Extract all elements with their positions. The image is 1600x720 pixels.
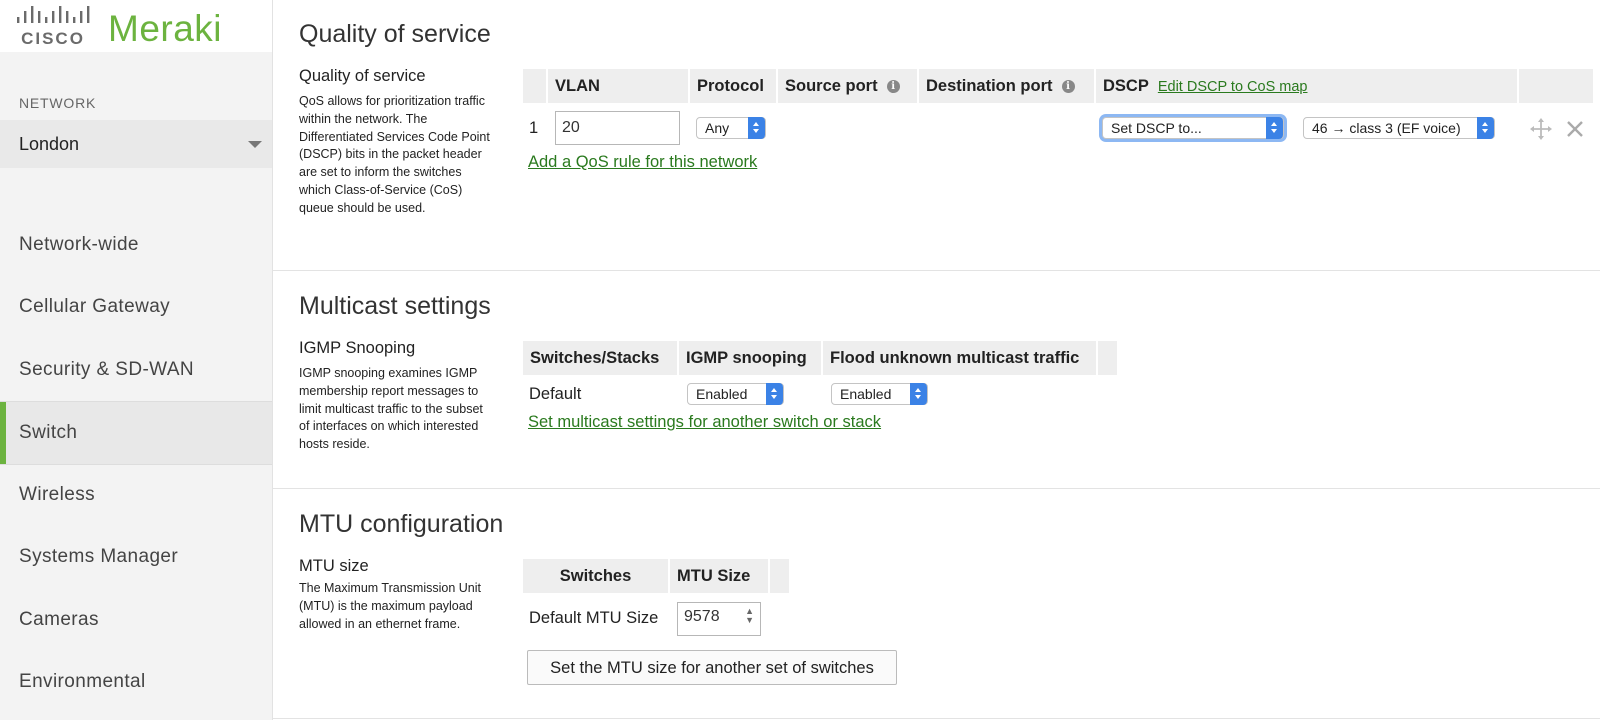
section-divider <box>273 488 1600 489</box>
sidebar-item-systems-manager[interactable]: Systems Manager <box>0 526 272 588</box>
stepper-arrows-icon[interactable]: ▲ ▼ <box>745 607 754 625</box>
select-arrows-icon <box>910 383 927 405</box>
network-selector[interactable]: London <box>0 120 272 168</box>
meraki-wordmark[interactable]: Meraki <box>108 8 222 50</box>
sidebar-item-label: Security & SD-WAN <box>19 359 195 380</box>
qos-destination-port-header-label: Destination port <box>926 77 1053 95</box>
mtu-description: The Maximum Transmission Unit (MTU) is t… <box>299 581 481 631</box>
sidebar-item-label: Cellular Gateway <box>19 296 171 317</box>
multicast-row-name: Default <box>529 385 582 403</box>
sidebar-item-wireless[interactable]: Wireless <box>0 464 272 526</box>
select-arrows-icon <box>1477 117 1494 139</box>
logo-bar: CISCO Meraki <box>0 0 272 52</box>
qos-section-title: Quality of service <box>299 20 491 48</box>
dscp-action-select[interactable]: Set DSCP to... <box>1102 117 1284 139</box>
multicast-flood-header-label: Flood unknown multicast traffic <box>830 349 1080 367</box>
qos-vlan-header-label: VLAN <box>555 77 600 95</box>
dscp-value-select-value: 46 → class 3 (EF voice) <box>1312 120 1461 136</box>
qos-source-port-header: Source port i <box>778 69 917 103</box>
igmp-snooping-select-value: Enabled <box>696 386 748 402</box>
qos-vlan-header: VLAN <box>548 69 688 103</box>
vlan-input[interactable] <box>555 111 680 145</box>
close-icon[interactable] <box>1565 119 1585 139</box>
igmp-description: IGMP snooping examines IGMP membership r… <box>299 366 483 452</box>
multicast-switches-header: Switches/Stacks <box>523 341 677 375</box>
multicast-igmp-header-label: IGMP snooping <box>686 349 807 367</box>
multicast-igmp-header: IGMP snooping <box>679 341 821 375</box>
qos-dscp-header-label: DSCP <box>1103 77 1149 95</box>
sidebar-item-label: Wireless <box>19 484 96 505</box>
edit-dscp-cos-map-link[interactable]: Edit DSCP to CoS map <box>1158 79 1308 95</box>
info-icon[interactable]: i <box>1061 80 1075 94</box>
mtu-subtitle: MTU size <box>299 557 369 575</box>
sidebar-item-label: Environmental <box>19 671 146 692</box>
active-indicator <box>0 402 6 464</box>
flood-unknown-select-value: Enabled <box>840 386 892 402</box>
sidebar: CISCO Meraki NETWORK London Network-wide… <box>0 0 273 720</box>
add-qos-rule-link[interactable]: Add a QoS rule for this network <box>528 153 757 172</box>
sidebar-item-cellular-gateway[interactable]: Cellular Gateway <box>0 276 272 338</box>
move-handle-icon[interactable] <box>1530 118 1552 140</box>
mtu-size-header: MTU Size <box>670 559 768 593</box>
select-arrows-icon <box>766 383 783 405</box>
qos-subtitle: Quality of service <box>299 67 426 85</box>
qos-row-index: 1 <box>529 119 539 137</box>
qos-destination-port-header: Destination port i <box>919 69 1094 103</box>
network-name: London <box>19 134 80 154</box>
cisco-logo[interactable]: CISCO <box>16 6 90 46</box>
multicast-section-title: Multicast settings <box>299 292 491 320</box>
dscp-action-select-value: Set DSCP to... <box>1111 120 1202 136</box>
mtu-switches-header-label: Switches <box>559 567 632 585</box>
qos-dscp-header: DSCP Edit DSCP to CoS map <box>1096 69 1517 103</box>
mtu-section-title: MTU configuration <box>299 510 504 538</box>
sidebar-item-environmental[interactable]: Environmental <box>0 651 272 713</box>
select-arrows-icon <box>1266 117 1283 139</box>
qos-protocol-header-label: Protocol <box>697 77 764 95</box>
section-divider <box>273 718 1600 719</box>
sidebar-item-security-sd-wan[interactable]: Security & SD-WAN <box>0 339 272 401</box>
network-label: NETWORK <box>19 95 97 111</box>
flood-unknown-select[interactable]: Enabled <box>831 383 928 405</box>
sidebar-item-label: Cameras <box>19 609 99 630</box>
qos-source-port-header-label: Source port <box>785 77 878 95</box>
qos-description: QoS allows for prioritization traffic wi… <box>299 94 490 215</box>
protocol-select[interactable]: Any <box>696 117 766 139</box>
sidebar-item-switch[interactable]: Switch <box>0 401 272 465</box>
dscp-value-select[interactable]: 46 → class 3 (EF voice) <box>1303 117 1495 139</box>
mtu-row-name: Default MTU Size <box>529 609 659 627</box>
mtu-size-value: 9578 <box>684 608 720 625</box>
info-icon[interactable]: i <box>886 80 900 94</box>
cisco-wordmark: CISCO <box>21 29 85 46</box>
mtu-switches-header: Switches <box>523 559 668 593</box>
mtu-actions-header <box>770 559 789 593</box>
multicast-actions-header <box>1098 341 1117 375</box>
igmp-snooping-select[interactable]: Enabled <box>687 383 784 405</box>
qos-index-header <box>523 69 546 103</box>
protocol-select-value: Any <box>705 120 730 136</box>
add-multicast-setting-link[interactable]: Set multicast settings for another switc… <box>528 413 881 432</box>
chevron-down-icon <box>248 141 262 148</box>
section-divider <box>273 270 1600 271</box>
mtu-size-header-label: MTU Size <box>677 567 751 585</box>
sidebar-item-label: Systems Manager <box>19 546 179 567</box>
mtu-size-stepper[interactable]: 9578 ▲ ▼ <box>677 602 761 636</box>
qos-actions-header <box>1519 69 1593 103</box>
select-arrows-icon <box>748 117 765 139</box>
sidebar-item-network-wide[interactable]: Network-wide <box>0 214 272 276</box>
set-mtu-another-switches-button[interactable]: Set the MTU size for another set of swit… <box>527 650 897 685</box>
multicast-switches-header-label: Switches/Stacks <box>530 349 660 367</box>
sidebar-item-label: Network-wide <box>19 234 139 255</box>
igmp-subtitle: IGMP Snooping <box>299 339 416 357</box>
sidebar-item-label: Switch <box>19 422 78 443</box>
qos-protocol-header: Protocol <box>690 69 776 103</box>
multicast-flood-header: Flood unknown multicast traffic <box>823 341 1096 375</box>
sidebar-item-cameras[interactable]: Cameras <box>0 589 272 651</box>
